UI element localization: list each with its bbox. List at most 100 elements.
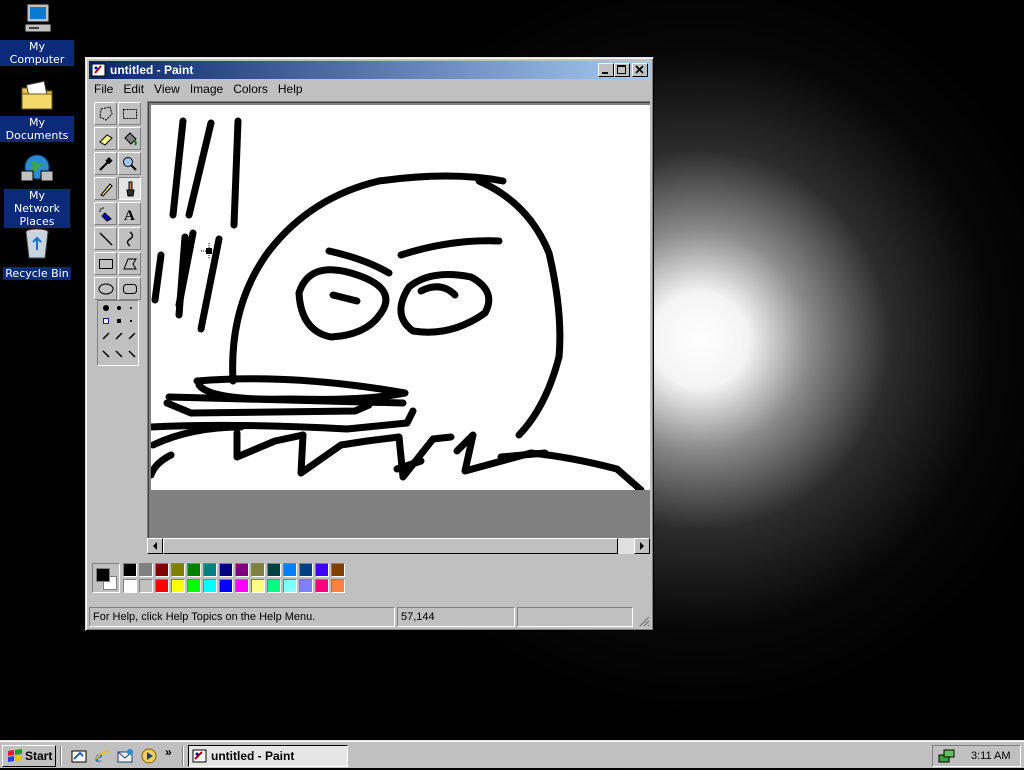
computer-icon [19,2,55,38]
start-button[interactable]: Start [2,745,56,767]
tool-options-panel[interactable] [97,300,139,366]
horizontal-scrollbar[interactable] [147,538,650,554]
tool-select[interactable] [118,102,141,125]
menu-edit[interactable]: Edit [118,80,149,99]
title-bar[interactable]: untitled - Paint [89,61,650,79]
clock[interactable]: 3:11 AM [971,746,1011,766]
palette-swatch[interactable] [299,563,313,577]
desktop-icon-label: Recycle Bin [3,267,71,280]
system-tray: 3:11 AM [932,745,1021,767]
menu-colors[interactable]: Colors [228,80,273,99]
canvas-scroll-area[interactable] [147,101,650,554]
tool-ellipse[interactable] [94,277,117,300]
tool-pencil[interactable] [94,177,117,200]
palette-swatch[interactable] [235,579,249,593]
desktop-icon-label: My Computer [0,40,74,66]
tool-polygon[interactable] [118,252,141,275]
fill-bucket-icon [124,132,137,146]
palette-swatch[interactable] [203,563,217,577]
palette-swatch[interactable] [219,579,233,593]
desktop-icon-my-computer[interactable]: My Computer [0,2,74,68]
menu-bar: File Edit View Image Colors Help [89,80,650,99]
tool-text[interactable]: A [118,202,141,225]
palette-swatch[interactable] [139,579,153,593]
arrow-right-icon [640,542,644,550]
paint-app-icon [91,63,106,77]
tool-curve[interactable] [118,227,141,250]
paint-app-icon [192,749,207,763]
drawing-strokes [147,117,645,494]
tool-free-form-select[interactable] [94,102,117,125]
desktop-icon-my-documents[interactable]: My Documents [0,78,74,144]
taskbar-button-paint[interactable]: untitled - Paint [188,745,348,767]
tool-brush[interactable] [118,177,141,200]
quick-launch-more-icon[interactable]: » [165,745,172,759]
menu-view[interactable]: View [149,80,185,99]
tool-airbrush[interactable] [94,202,117,225]
palette-swatch[interactable] [299,579,313,593]
scroll-right-button[interactable] [634,538,650,554]
network-tray-icon[interactable] [938,748,956,764]
palette-swatch[interactable] [203,579,217,593]
eyedropper-icon [99,157,113,171]
palette-swatch[interactable] [171,563,185,577]
palette-swatch[interactable] [171,579,185,593]
palette-swatch[interactable] [155,563,169,577]
taskbar: Start e » untitled - Paint 3:11 AM [0,740,1024,768]
palette-swatch[interactable] [123,579,137,593]
palette-swatch[interactable] [251,579,265,593]
status-bar: For Help, click Help Topics on the Help … [89,607,650,627]
palette-swatch[interactable] [155,579,169,593]
desktop-icon-my-network-places[interactable]: My Network Places [0,151,74,230]
palette-swatch[interactable] [315,563,329,577]
free-form-select-icon [99,106,113,121]
status-help-text: For Help, click Help Topics on the Help … [89,607,395,627]
palette-swatch[interactable] [139,563,153,577]
palette-swatch[interactable] [187,579,201,593]
minimize-button[interactable] [598,63,614,77]
menu-help[interactable]: Help [273,80,308,99]
palette-swatch[interactable] [267,563,281,577]
palette-swatch[interactable] [235,563,249,577]
palette-swatch[interactable] [283,579,297,593]
desktop-icon-recycle-bin[interactable]: Recycle Bin [0,226,74,282]
palette-swatch[interactable] [251,563,265,577]
palette-swatch[interactable] [331,563,345,577]
tool-pick-color[interactable] [94,152,117,175]
outlook-express-icon[interactable] [117,747,135,765]
windows-media-icon[interactable] [140,747,158,765]
tool-eraser[interactable] [94,127,117,150]
internet-explorer-icon[interactable]: e [94,747,112,766]
palette-swatch[interactable] [283,563,297,577]
airbrush-icon [99,207,112,222]
tool-fill-with-color[interactable] [118,127,141,150]
close-button[interactable] [632,63,648,77]
menu-image[interactable]: Image [185,80,228,99]
palette-swatch[interactable] [267,579,281,593]
palette-swatch[interactable] [123,563,137,577]
drawing-canvas[interactable] [147,105,650,494]
menu-file[interactable]: File [89,80,118,99]
tool-magnifier[interactable] [118,152,141,175]
taskbar-separator [60,746,62,766]
paint-window: untitled - Paint File Edit View Image Colors… [85,57,654,631]
arrow-left-icon [153,542,157,550]
scroll-left-button[interactable] [147,538,163,554]
pencil-icon [100,183,113,197]
palette-swatch[interactable] [219,563,233,577]
tool-rounded-rectangle[interactable] [118,277,141,300]
palette-swatch[interactable] [187,563,201,577]
tool-rectangle[interactable] [94,252,117,275]
palette-swatch[interactable] [331,579,345,593]
current-colors[interactable] [92,563,120,593]
tool-line[interactable] [94,227,117,250]
show-desktop-icon[interactable] [70,747,88,765]
maximize-button[interactable] [614,63,630,77]
palette-swatch[interactable] [315,579,329,593]
polygon-icon [123,258,137,270]
scroll-thumb[interactable] [163,538,618,554]
close-icon [635,65,644,74]
windows-logo-icon [8,749,22,762]
minimize-icon [602,72,608,74]
resize-grip-icon[interactable] [638,615,650,627]
